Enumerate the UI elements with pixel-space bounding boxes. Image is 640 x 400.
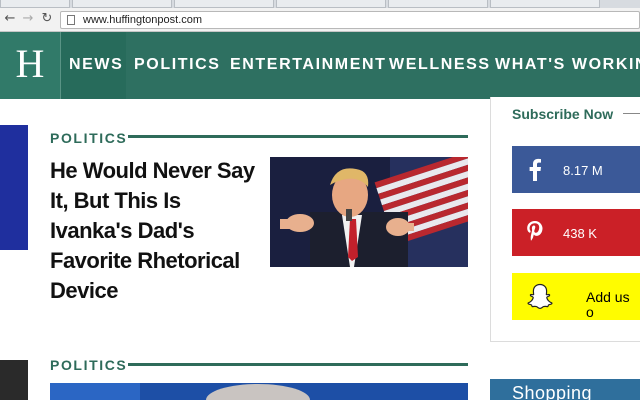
address-bar[interactable]: www.huffingtonpost.com	[60, 11, 640, 29]
browser-tab[interactable]	[72, 0, 172, 8]
pinterest-button[interactable]: 438 K	[512, 209, 640, 256]
browser-toolbar: ← → ↻ www.huffingtonpost.com	[0, 8, 640, 32]
facebook-follower-count: 8.17 M	[563, 163, 603, 178]
reload-icon[interactable]: ↻	[39, 11, 55, 27]
browser-tab[interactable]	[276, 0, 386, 8]
logo-letter: H	[15, 41, 45, 86]
facebook-button[interactable]: 8.17 M	[512, 146, 640, 193]
section-divider	[128, 363, 468, 366]
story-image[interactable]	[270, 157, 468, 267]
nav-item-wellness[interactable]: WELLNESS	[389, 56, 491, 74]
facebook-icon	[529, 158, 541, 181]
huffpost-logo[interactable]: H	[0, 32, 61, 99]
url-text: www.huffingtonpost.com	[83, 14, 203, 26]
story-image[interactable]	[50, 383, 468, 400]
shopping-label: Shopping	[512, 383, 593, 400]
snapchat-icon	[527, 283, 553, 310]
shopping-banner[interactable]: Shopping	[490, 379, 640, 400]
subscribe-link[interactable]: Subscribe Now	[512, 106, 613, 122]
left-story-thumbnail[interactable]	[0, 125, 28, 250]
browser-tab[interactable]	[0, 0, 70, 8]
pinterest-follower-count: 438 K	[563, 226, 597, 241]
nav-item-entertainment[interactable]: ENTERTAINMENT	[230, 56, 387, 74]
section-label-politics[interactable]: POLITICS	[50, 130, 127, 146]
nav-item-news[interactable]: NEWS	[69, 56, 123, 74]
browser-tab-strip	[0, 0, 640, 8]
pinterest-icon	[527, 221, 543, 241]
section-divider	[128, 135, 468, 138]
site-header: H NEWS POLITICS ENTERTAINMENT WELLNESS W…	[0, 32, 640, 99]
snapchat-button[interactable]: Add us o	[512, 273, 640, 320]
browser-tab[interactable]	[388, 0, 488, 8]
left-story-thumbnail[interactable]	[0, 360, 28, 400]
nav-item-whats-working[interactable]: WHAT'S WORKING	[495, 56, 640, 74]
nav-item-politics[interactable]: POLITICS	[134, 56, 221, 74]
section-label-politics[interactable]: POLITICS	[50, 357, 127, 373]
browser-tab[interactable]	[174, 0, 274, 8]
back-icon[interactable]: ←	[2, 11, 18, 27]
arrow-right-icon	[623, 113, 640, 114]
page-icon	[67, 15, 75, 25]
snapchat-label: Add us o	[586, 289, 630, 320]
story-headline[interactable]: He Would Never Say It, But This Is Ivank…	[50, 156, 260, 306]
browser-tab[interactable]	[490, 0, 600, 8]
forward-icon[interactable]: →	[20, 11, 36, 27]
